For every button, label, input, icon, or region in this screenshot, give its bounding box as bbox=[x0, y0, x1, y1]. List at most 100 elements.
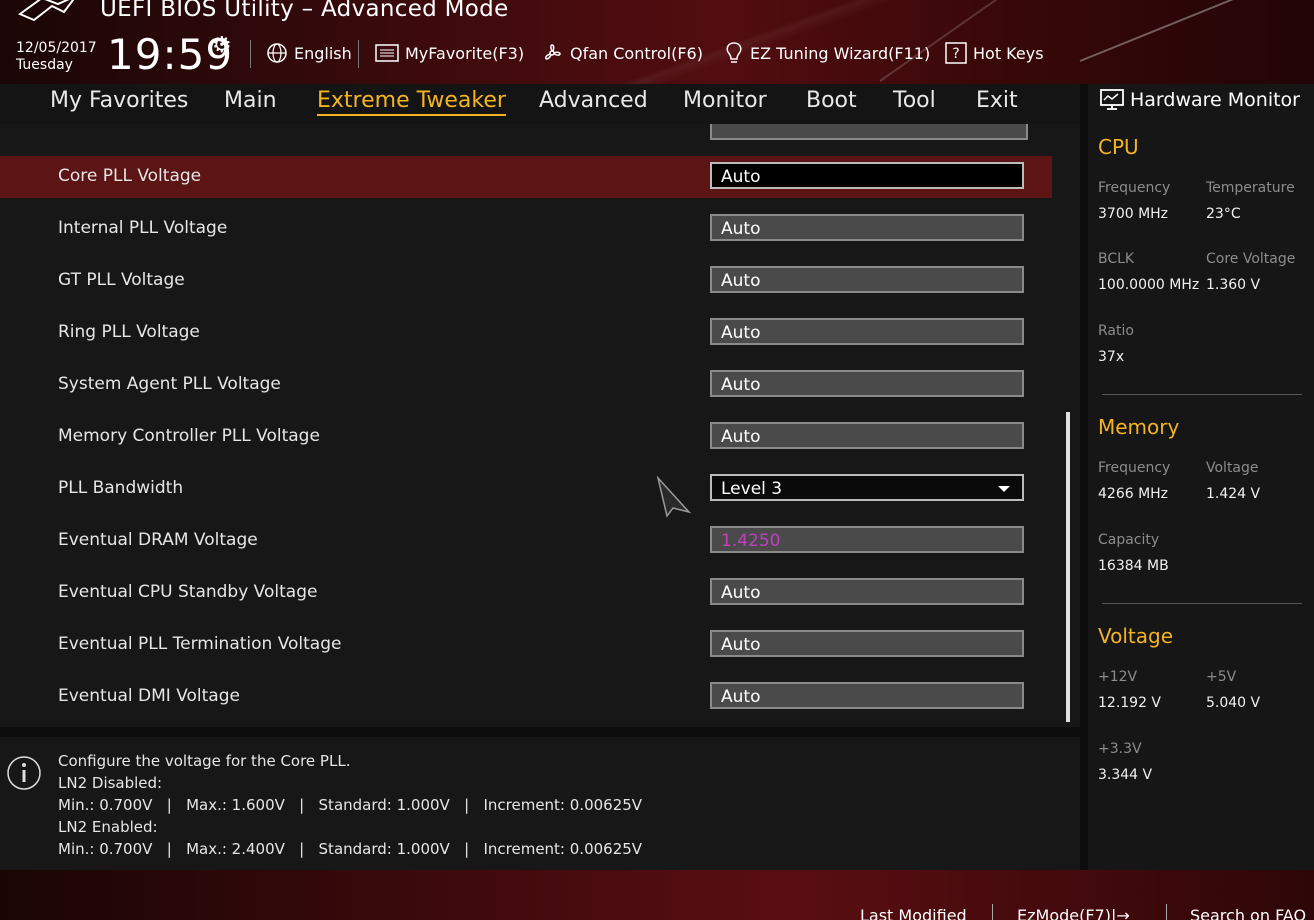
cpu-frequency-label: Frequency bbox=[1098, 180, 1171, 196]
monitor-icon bbox=[1100, 89, 1124, 110]
cpu-temperature-label: Temperature bbox=[1206, 180, 1295, 196]
main-tab-bar: My Favorites Main Extreme Tweaker Advanc… bbox=[0, 84, 1080, 124]
footer-divider bbox=[1166, 904, 1167, 920]
last-modified-button[interactable]: Last Modified bbox=[860, 906, 967, 920]
setting-row-ring-pll-voltage[interactable]: Ring PLL Voltage Auto bbox=[0, 312, 1052, 354]
settings-scrollbar[interactable] bbox=[1066, 412, 1070, 722]
setting-row-core-pll-voltage[interactable]: Core PLL Voltage Auto bbox=[0, 156, 1052, 198]
v33-value: 3.344 V bbox=[1098, 767, 1153, 783]
setting-label: Eventual PLL Termination Voltage bbox=[58, 634, 342, 654]
hardware-monitor-panel: Hardware Monitor CPU Frequency Temperatu… bbox=[1088, 84, 1314, 870]
setting-label: PLL Bandwidth bbox=[58, 478, 184, 498]
cpu-temperature-value: 23°C bbox=[1206, 206, 1241, 222]
svg-text:?: ? bbox=[952, 46, 959, 62]
header-bar: UEFI BIOS Utility – Advanced Mode 12/05/… bbox=[0, 0, 1314, 84]
ezmode-button[interactable]: EzMode(F7)|→ bbox=[1017, 906, 1130, 920]
help-ln2-disabled-range: Min.: 0.700V | Max.: 1.600V | Standard: … bbox=[58, 796, 643, 814]
tab-main[interactable]: Main bbox=[224, 88, 277, 113]
qfan-control-button[interactable]: Qfan Control(F6) bbox=[540, 40, 703, 66]
setting-label: Eventual DRAM Voltage bbox=[58, 530, 258, 550]
language-button[interactable]: English bbox=[266, 40, 352, 66]
ratio-value: 37x bbox=[1098, 349, 1125, 365]
footer-divider bbox=[992, 904, 993, 920]
app-title: UEFI BIOS Utility – Advanced Mode bbox=[100, 0, 509, 22]
lightbulb-icon bbox=[726, 42, 742, 63]
capacity-value: 16384 MB bbox=[1098, 558, 1169, 574]
info-icon bbox=[7, 756, 41, 790]
day-text: Tuesday bbox=[16, 57, 73, 73]
header-divider bbox=[250, 40, 251, 68]
pll-bandwidth-select[interactable]: Level 3 bbox=[710, 474, 1024, 501]
date-text: 12/05/2017 bbox=[16, 40, 97, 56]
memory-frequency-label: Frequency bbox=[1098, 460, 1171, 476]
v5-label: +5V bbox=[1206, 669, 1237, 685]
v12-label: +12V bbox=[1098, 669, 1138, 685]
decorative-streak bbox=[1079, 0, 1314, 62]
cpu-heading: CPU bbox=[1098, 135, 1139, 159]
eventual-cpu-standby-voltage-input[interactable]: Auto bbox=[710, 578, 1024, 605]
globe-icon bbox=[267, 43, 287, 63]
search-faq-button[interactable]: Search on FAQ bbox=[1190, 906, 1306, 920]
eventual-pll-termination-voltage-input[interactable]: Auto bbox=[710, 630, 1024, 657]
fan-icon bbox=[544, 44, 561, 60]
setting-row-gt-pll-voltage[interactable]: GT PLL Voltage Auto bbox=[0, 260, 1052, 302]
ez-tuning-label: EZ Tuning Wizard(F11) bbox=[750, 43, 931, 63]
tab-advanced[interactable]: Advanced bbox=[539, 88, 648, 113]
header-divider bbox=[358, 40, 359, 68]
tab-extreme-tweaker[interactable]: Extreme Tweaker bbox=[317, 88, 506, 116]
memory-controller-pll-voltage-input[interactable]: Auto bbox=[710, 422, 1024, 449]
core-voltage-label: Core Voltage bbox=[1206, 251, 1296, 267]
datetime-date: 12/05/2017 Tuesday bbox=[16, 40, 97, 74]
setting-label: GT PLL Voltage bbox=[58, 270, 185, 290]
eventual-dmi-voltage-input[interactable]: Auto bbox=[710, 682, 1024, 709]
eventual-dram-voltage-input[interactable]: 1.4250 bbox=[710, 526, 1024, 553]
tab-tool[interactable]: Tool bbox=[893, 88, 936, 113]
tab-my-favorites[interactable]: My Favorites bbox=[50, 88, 188, 113]
help-ln2-disabled-heading: LN2 Disabled: bbox=[58, 774, 163, 792]
setting-row-system-agent-pll-voltage[interactable]: System Agent PLL Voltage Auto bbox=[0, 364, 1052, 406]
section-divider bbox=[1102, 394, 1302, 395]
setting-row-eventual-dram-voltage[interactable]: Eventual DRAM Voltage 1.4250 bbox=[0, 520, 1052, 562]
setting-row-eventual-dmi-voltage[interactable]: Eventual DMI Voltage Auto bbox=[0, 676, 1052, 718]
language-label: English bbox=[294, 43, 352, 63]
tab-exit[interactable]: Exit bbox=[976, 88, 1018, 113]
setting-label: Eventual DMI Voltage bbox=[58, 686, 240, 706]
memory-voltage-label: Voltage bbox=[1206, 460, 1259, 476]
ez-tuning-wizard-button[interactable]: EZ Tuning Wizard(F11) bbox=[724, 40, 930, 66]
tab-boot[interactable]: Boot bbox=[806, 88, 857, 113]
setting-label: Eventual CPU Standby Voltage bbox=[58, 582, 318, 602]
memory-heading: Memory bbox=[1098, 415, 1180, 439]
setting-row-memory-controller-pll-voltage[interactable]: Memory Controller PLL Voltage Auto bbox=[0, 416, 1052, 458]
settings-panel: Core PLL Voltage Auto Internal PLL Volta… bbox=[0, 124, 1080, 727]
qfan-label: Qfan Control(F6) bbox=[570, 43, 703, 63]
footer-bar: Last Modified EzMode(F7)|→ Search on FAQ bbox=[0, 870, 1314, 920]
tab-monitor[interactable]: Monitor bbox=[683, 88, 767, 113]
setting-row-eventual-cpu-standby-voltage[interactable]: Eventual CPU Standby Voltage Auto bbox=[0, 572, 1052, 614]
core-voltage-value: 1.360 V bbox=[1206, 277, 1261, 293]
setting-label: Ring PLL Voltage bbox=[58, 322, 200, 342]
rog-logo-icon bbox=[18, 0, 75, 22]
system-agent-pll-voltage-input[interactable]: Auto bbox=[710, 370, 1024, 397]
internal-pll-voltage-input[interactable]: Auto bbox=[710, 214, 1024, 241]
myfavorite-button[interactable]: MyFavorite(F3) bbox=[375, 40, 524, 66]
setting-row-internal-pll-voltage[interactable]: Internal PLL Voltage Auto bbox=[0, 208, 1052, 250]
cut-off-field[interactable] bbox=[710, 124, 1028, 140]
dropdown-caret-icon bbox=[998, 486, 1010, 492]
memory-frequency-value: 4266 MHz bbox=[1098, 486, 1169, 502]
hot-keys-label: Hot Keys bbox=[973, 43, 1044, 63]
setting-row-pll-bandwidth[interactable]: PLL Bandwidth Level 3 bbox=[0, 468, 1052, 510]
setting-label: Internal PLL Voltage bbox=[58, 218, 228, 238]
myfavorite-label: MyFavorite(F3) bbox=[405, 43, 525, 63]
v12-value: 12.192 V bbox=[1098, 695, 1162, 711]
gt-pll-voltage-input[interactable]: Auto bbox=[710, 266, 1024, 293]
setting-label: Memory Controller PLL Voltage bbox=[58, 426, 320, 446]
clock-settings-gear-icon[interactable]: ⚙ bbox=[212, 33, 232, 58]
setting-row-eventual-pll-termination-voltage[interactable]: Eventual PLL Termination Voltage Auto bbox=[0, 624, 1052, 666]
help-ln2-enabled-range: Min.: 0.700V | Max.: 2.400V | Standard: … bbox=[58, 840, 643, 858]
bclk-value: 100.0000 MHz bbox=[1098, 277, 1200, 293]
hot-keys-button[interactable]: ? Hot Keys bbox=[945, 40, 1044, 66]
core-pll-voltage-input[interactable]: Auto bbox=[710, 162, 1024, 189]
ring-pll-voltage-input[interactable]: Auto bbox=[710, 318, 1024, 345]
help-box-icon: ? bbox=[945, 42, 967, 64]
setting-label: System Agent PLL Voltage bbox=[58, 374, 281, 394]
